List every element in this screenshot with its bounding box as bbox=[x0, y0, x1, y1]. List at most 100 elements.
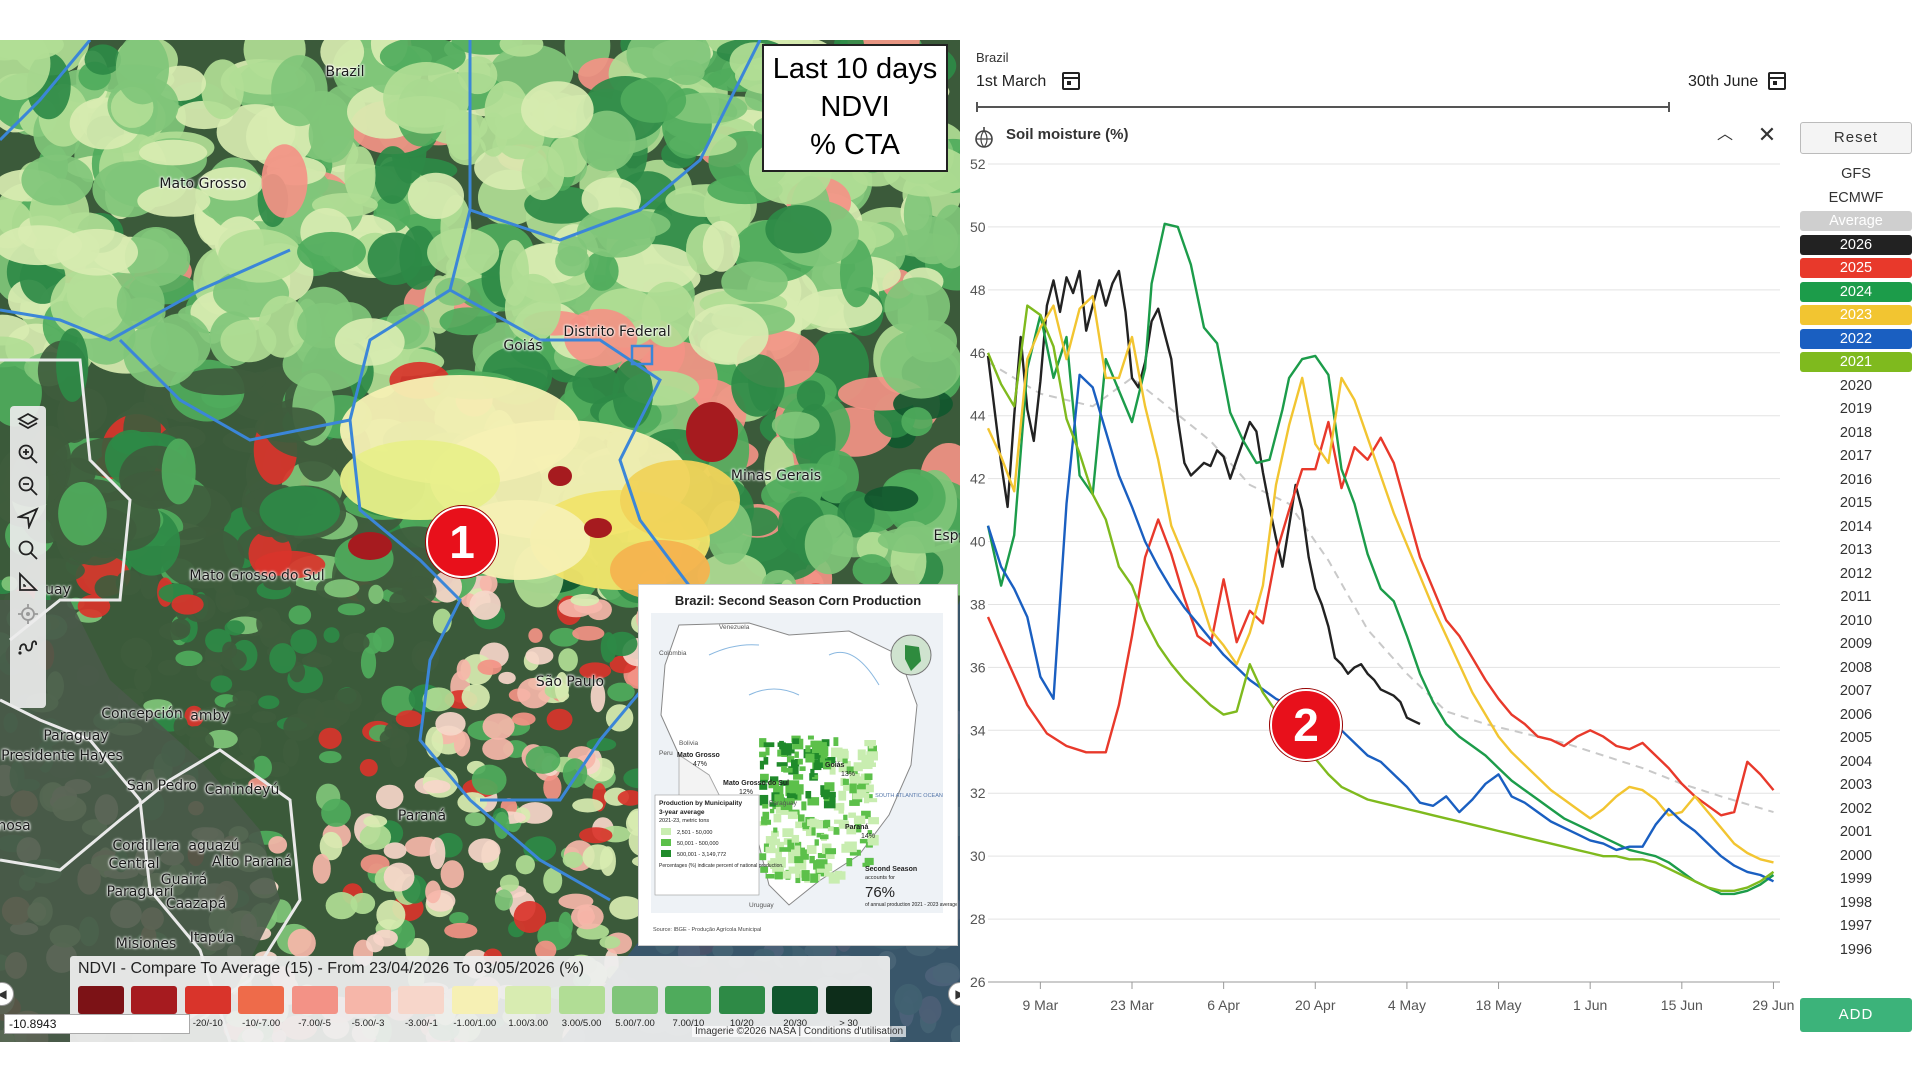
place-label: nosa bbox=[0, 818, 31, 834]
year-item[interactable]: 2013 bbox=[1800, 540, 1912, 560]
year-item[interactable]: 1998 bbox=[1800, 893, 1912, 913]
year-item[interactable]: 2014 bbox=[1800, 517, 1912, 537]
close-icon[interactable]: ✕ bbox=[1754, 122, 1780, 148]
year-item[interactable]: 2016 bbox=[1800, 470, 1912, 490]
year-item[interactable]: 2023 bbox=[1800, 305, 1912, 325]
calendar-icon[interactable] bbox=[1062, 72, 1080, 90]
soil-moisture-panel: 26 28 30 32 34 36 38 40 42 44 46 48 50 52 9 Mar 23 Mar 6… bbox=[962, 40, 1920, 1042]
date-range-slider[interactable] bbox=[976, 102, 1670, 112]
place-label: amby bbox=[190, 708, 230, 724]
target-icon[interactable] bbox=[10, 598, 46, 630]
legend-swatch bbox=[558, 986, 605, 1014]
legend-swatch-label: 3.00/5.00 bbox=[561, 1018, 602, 1029]
legend-swatch bbox=[131, 986, 178, 1014]
y-tick-label: 38 bbox=[970, 596, 986, 612]
search-icon[interactable] bbox=[10, 534, 46, 566]
calendar-icon[interactable] bbox=[1768, 72, 1786, 90]
legend-swatch bbox=[505, 986, 552, 1014]
place-label: Alto Paraná bbox=[211, 854, 293, 870]
inset-text: Percentages (%) indicate percent of nati… bbox=[659, 863, 784, 869]
year-item[interactable]: 2022 bbox=[1800, 328, 1912, 349]
year-item[interactable]: 2008 bbox=[1800, 658, 1912, 678]
year-item[interactable]: 1999 bbox=[1800, 869, 1912, 889]
start-date: 1st March bbox=[976, 73, 1047, 90]
x-tick-label: 9 Mar bbox=[1022, 997, 1058, 1013]
legend-swatch-label: -20/-10 bbox=[192, 1018, 223, 1029]
inset-text: Mato Grosso bbox=[677, 752, 720, 759]
region-label: Brazil bbox=[976, 50, 1009, 65]
legend-swatch-label: -1.00/1.00 bbox=[453, 1018, 497, 1029]
chevron-up-icon[interactable]: ︿ bbox=[1712, 122, 1738, 148]
legend-swatch-label: -5.00/-3 bbox=[351, 1018, 385, 1029]
model-ecmwf[interactable]: ECMWF bbox=[1800, 188, 1912, 208]
measure-icon[interactable] bbox=[10, 566, 46, 598]
callout-badge-2: 2 bbox=[1270, 689, 1342, 761]
year-item[interactable]: 2011 bbox=[1800, 587, 1912, 607]
series-line-2026[interactable] bbox=[986, 269, 1421, 726]
year-item[interactable]: 2018 bbox=[1800, 423, 1912, 443]
map-attribution[interactable]: Imagerie ©2026 NASA | Conditions d'utili… bbox=[692, 1026, 907, 1037]
year-item[interactable]: 2024 bbox=[1800, 281, 1912, 302]
legend-swatch bbox=[665, 986, 712, 1014]
place-label: San Pedro bbox=[126, 778, 198, 794]
inset-text: SOUTH ATLANTIC OCEAN bbox=[875, 793, 943, 799]
inset-text: of annual production 2021 - 2023 average bbox=[865, 902, 957, 908]
year-item[interactable]: 2017 bbox=[1800, 446, 1912, 466]
series-line-2023[interactable] bbox=[986, 294, 1774, 864]
place-label: Itapúa bbox=[189, 930, 235, 946]
legend-title: NDVI - Compare To Average (15) - From 23… bbox=[78, 960, 585, 977]
year-item[interactable]: 2009 bbox=[1800, 634, 1912, 654]
year-item[interactable]: 2000 bbox=[1800, 846, 1912, 866]
place-label: Minas Gerais bbox=[730, 468, 822, 484]
year-item[interactable]: 2001 bbox=[1800, 822, 1912, 842]
year-item[interactable]: 2026 bbox=[1800, 234, 1912, 255]
year-item[interactable]: 2007 bbox=[1800, 681, 1912, 701]
draw-icon[interactable] bbox=[10, 630, 46, 662]
legend-swatch bbox=[825, 986, 872, 1014]
widget-title: Soil moisture (%) bbox=[1006, 126, 1129, 143]
place-label: Brazil bbox=[325, 64, 365, 80]
year-item[interactable]: 1996 bbox=[1800, 940, 1912, 960]
legend-swatch bbox=[772, 986, 819, 1014]
year-item[interactable]: 2012 bbox=[1800, 564, 1912, 584]
year-item[interactable]: Average bbox=[1800, 211, 1912, 231]
y-tick-label: 30 bbox=[970, 848, 986, 864]
legend-swatch-label: -10/-7.00 bbox=[242, 1018, 281, 1029]
navigate-icon[interactable] bbox=[10, 502, 46, 534]
add-button[interactable]: ADD bbox=[1800, 998, 1912, 1032]
year-item[interactable]: 2021 bbox=[1800, 352, 1912, 372]
inset-text: Colombia bbox=[659, 650, 687, 657]
year-item[interactable]: 2006 bbox=[1800, 705, 1912, 725]
year-item[interactable]: 2019 bbox=[1800, 399, 1912, 419]
year-item[interactable]: 2002 bbox=[1800, 799, 1912, 819]
year-item[interactable]: 2010 bbox=[1800, 611, 1912, 631]
place-label: Misiones bbox=[115, 936, 177, 952]
y-tick-label: 42 bbox=[970, 471, 986, 487]
x-tick-label: 18 May bbox=[1476, 997, 1522, 1013]
coordinate-readout: -10.8943 bbox=[4, 1014, 190, 1034]
zoom-in-icon[interactable] bbox=[10, 438, 46, 470]
map-title-box: Last 10 days NDVI % CTA bbox=[762, 44, 948, 172]
series-line-2021[interactable] bbox=[986, 304, 1775, 892]
inset-text: Paraguay bbox=[769, 800, 798, 807]
reset-button[interactable]: Reset bbox=[1800, 122, 1912, 154]
year-item[interactable]: 2005 bbox=[1800, 728, 1912, 748]
layers-icon[interactable] bbox=[10, 406, 46, 438]
model-gfs[interactable]: GFS bbox=[1800, 164, 1912, 184]
legend-swatch bbox=[451, 986, 498, 1014]
series-line-2022[interactable] bbox=[986, 373, 1775, 883]
year-item[interactable]: 2003 bbox=[1800, 775, 1912, 795]
year-item[interactable]: 2025 bbox=[1800, 258, 1912, 278]
y-tick-label: 52 bbox=[970, 156, 986, 172]
year-item[interactable]: 2020 bbox=[1800, 376, 1912, 396]
year-item[interactable]: 2004 bbox=[1800, 752, 1912, 772]
series-selector: GFS ECMWF Average 2026 2025 2024 2023 2022 202… bbox=[1800, 164, 1912, 963]
year-item[interactable]: 2015 bbox=[1800, 493, 1912, 513]
year-item[interactable]: 1997 bbox=[1800, 916, 1912, 936]
series-line-2025[interactable] bbox=[986, 420, 1775, 817]
zoom-out-icon[interactable] bbox=[10, 470, 46, 502]
inset-text: Uruguay bbox=[749, 902, 774, 909]
place-label: Paraná bbox=[397, 808, 447, 824]
ndvi-map[interactable]: Brazil Mato Grosso Distrito Federal Goiás Mi… bbox=[0, 40, 960, 1042]
place-label: Mato Grosso bbox=[159, 176, 247, 192]
